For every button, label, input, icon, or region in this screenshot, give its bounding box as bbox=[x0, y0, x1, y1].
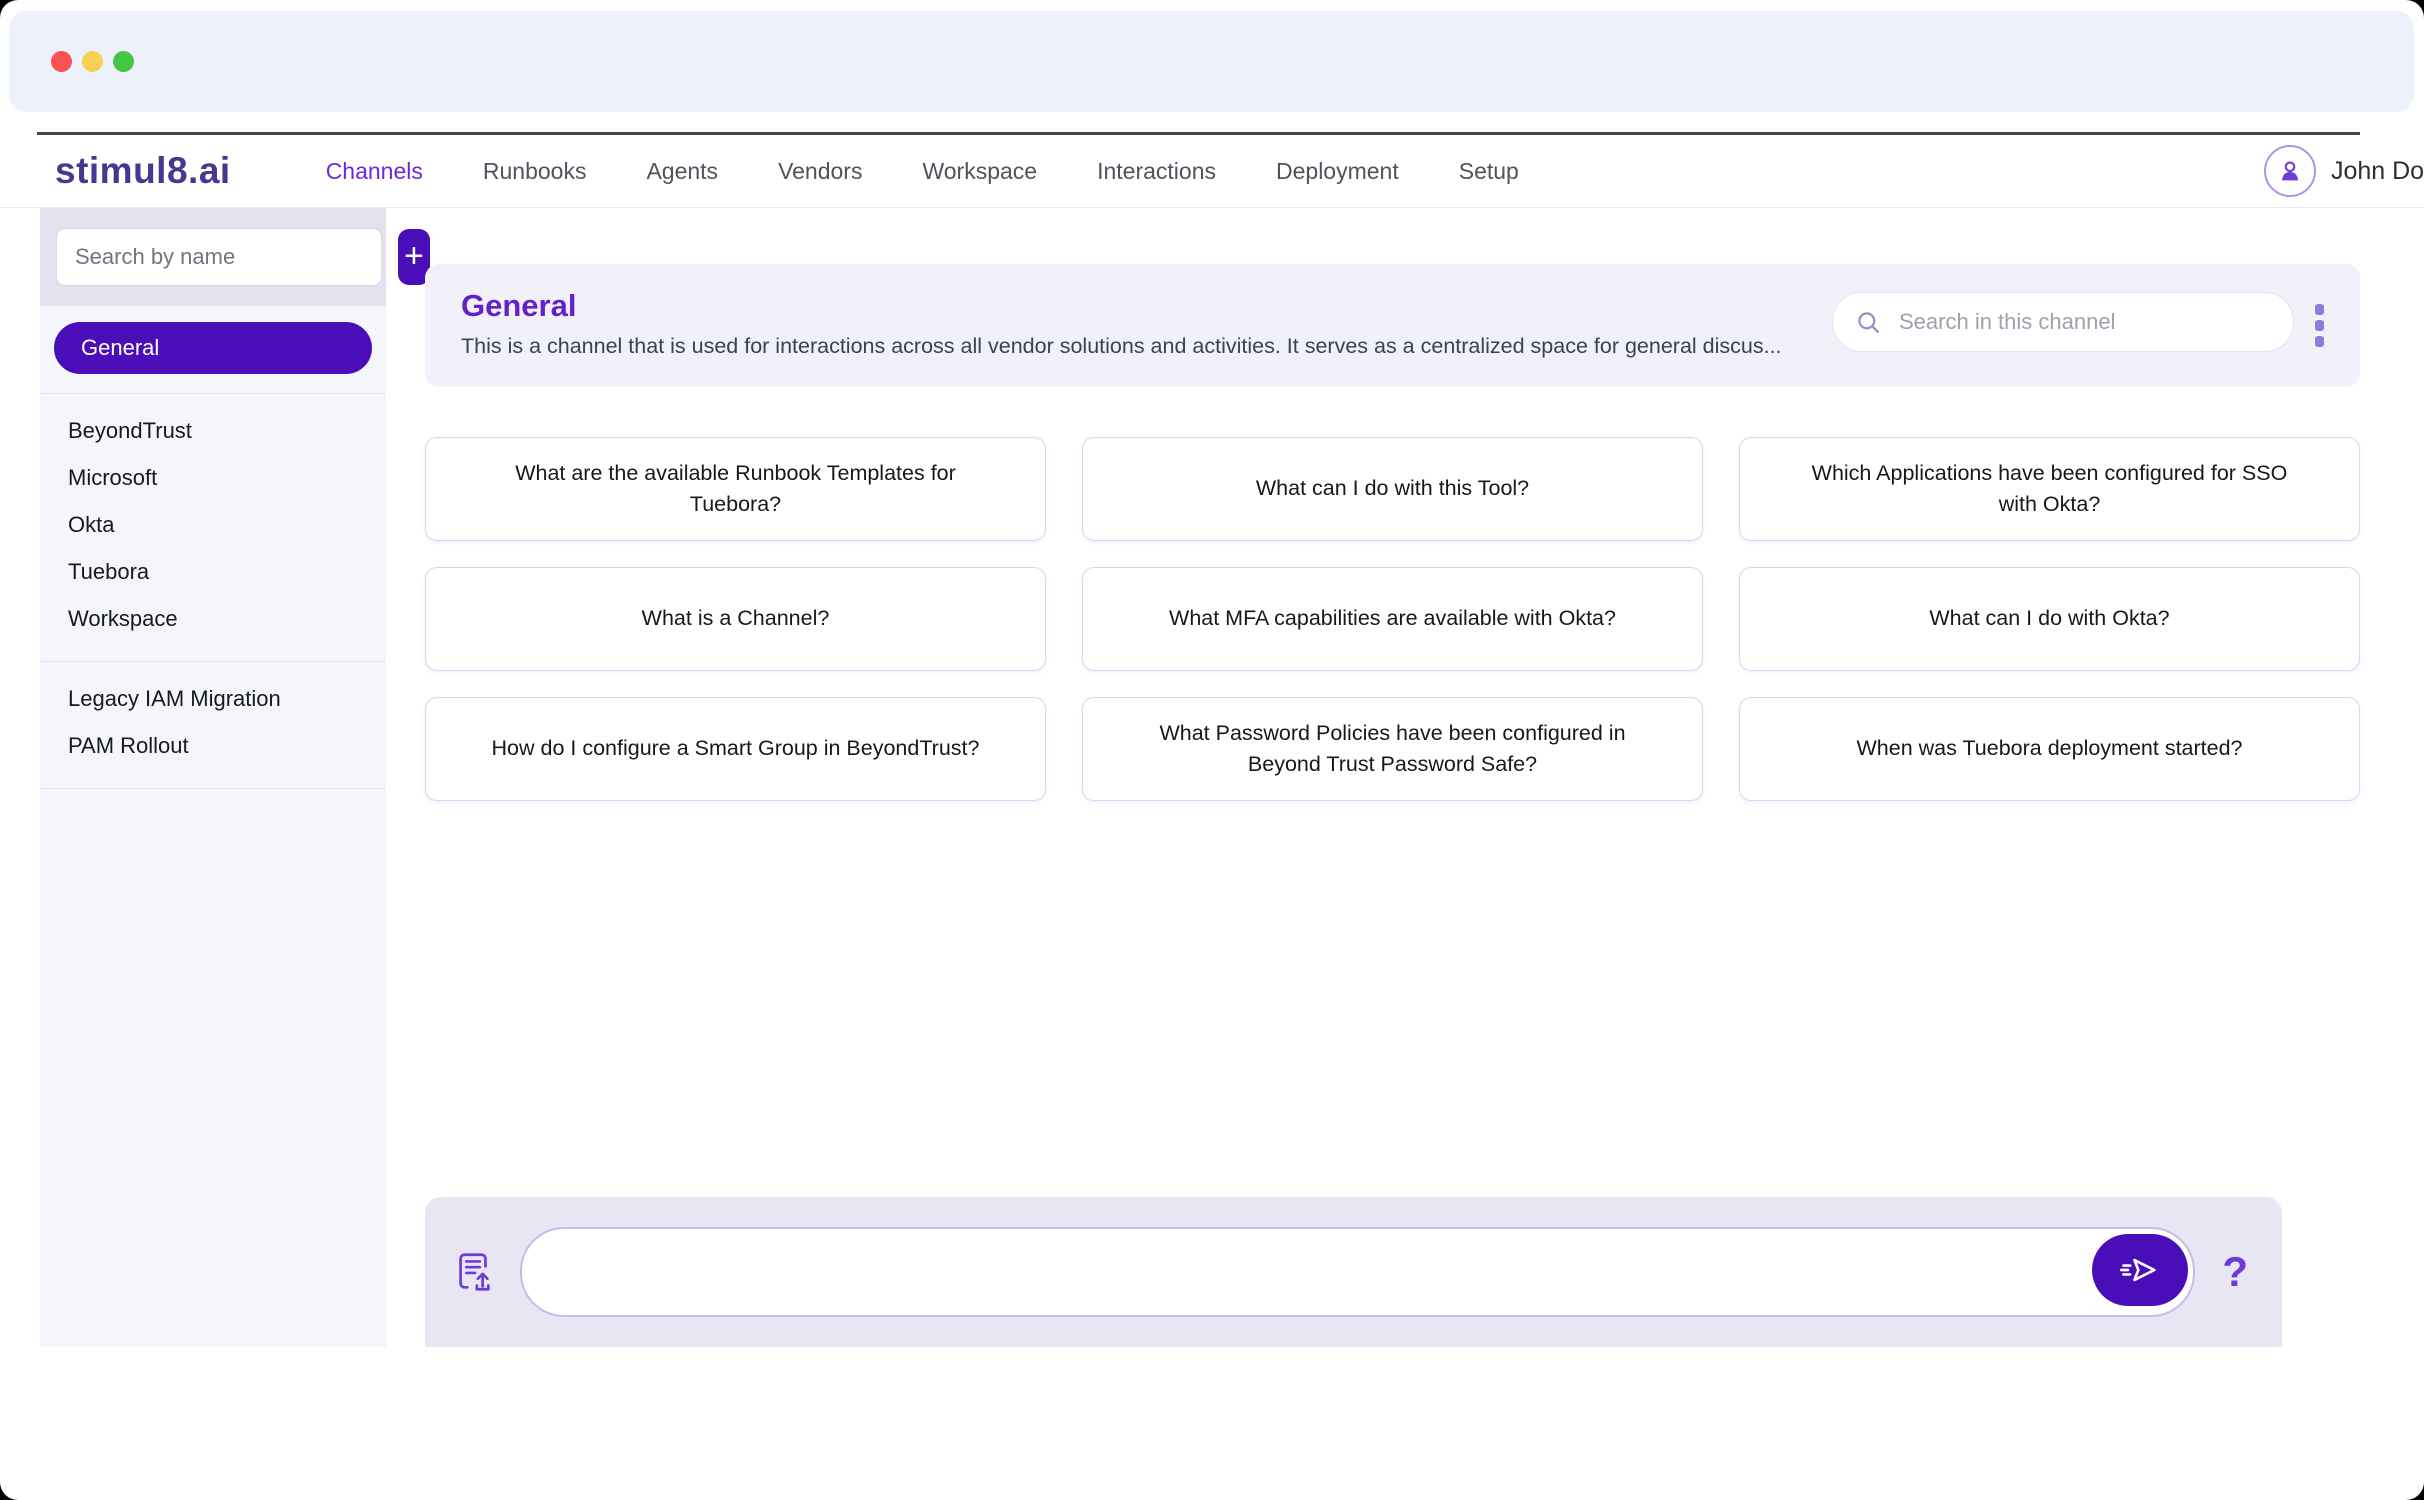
nav-item-channels[interactable]: Channels bbox=[326, 158, 423, 185]
help-button[interactable]: ? bbox=[2218, 1248, 2256, 1296]
search-input[interactable] bbox=[56, 228, 382, 286]
zoom-window-button[interactable] bbox=[113, 51, 134, 72]
suggestion-card[interactable]: Which Applications have been configured … bbox=[1739, 437, 2360, 541]
channel-description: This is a channel that is used for inter… bbox=[461, 334, 1832, 359]
suggestion-card[interactable]: What MFA capabilities are available with… bbox=[1082, 567, 1703, 671]
document-upload-icon bbox=[451, 1249, 497, 1295]
nav-item-setup[interactable]: Setup bbox=[1459, 158, 1519, 185]
channel-search-input[interactable] bbox=[1897, 308, 2293, 336]
sidebar-item-tuebora[interactable]: Tuebora bbox=[40, 548, 386, 595]
sidebar-item-legacy-iam-migration[interactable]: Legacy IAM Migration bbox=[40, 675, 386, 722]
nav-item-interactions[interactable]: Interactions bbox=[1097, 158, 1216, 185]
close-window-button[interactable] bbox=[51, 51, 72, 72]
project-channel-list: Legacy IAM Migration PAM Rollout bbox=[40, 662, 386, 769]
channel-search-box bbox=[1832, 292, 2294, 352]
suggestion-card[interactable]: What can I do with this Tool? bbox=[1082, 437, 1703, 541]
suggestion-card[interactable]: What Password Policies have been configu… bbox=[1082, 697, 1703, 801]
sidebar-item-pam-rollout[interactable]: PAM Rollout bbox=[40, 722, 386, 769]
nav-item-vendors[interactable]: Vendors bbox=[778, 158, 862, 185]
nav-item-runbooks[interactable]: Runbooks bbox=[483, 158, 587, 185]
nav-item-workspace[interactable]: Workspace bbox=[922, 158, 1037, 185]
attach-document-button[interactable] bbox=[451, 1249, 497, 1295]
suggestion-card[interactable]: What is a Channel? bbox=[425, 567, 1046, 671]
user-menu[interactable]: John Doe bbox=[2264, 145, 2424, 197]
brand-logo: stimul8.ai bbox=[55, 150, 231, 192]
send-icon bbox=[2118, 1252, 2162, 1288]
message-input-pill bbox=[520, 1227, 2195, 1317]
sidebar-item-microsoft[interactable]: Microsoft bbox=[40, 454, 386, 501]
sidebar-item-general[interactable]: General bbox=[54, 322, 372, 374]
window-controls bbox=[51, 51, 134, 72]
suggestion-card[interactable]: When was Tuebora deployment started? bbox=[1739, 697, 2360, 801]
sidebar-item-beyondtrust[interactable]: BeyondTrust bbox=[40, 407, 386, 454]
sidebar-item-okta[interactable]: Okta bbox=[40, 501, 386, 548]
window-titlebar bbox=[9, 11, 2414, 112]
suggestion-grid: What are the available Runbook Templates… bbox=[425, 437, 2360, 801]
channel-title: General bbox=[461, 288, 1832, 324]
sidebar-item-workspace[interactable]: Workspace bbox=[40, 595, 386, 642]
suggestion-card[interactable]: How do I configure a Smart Group in Beyo… bbox=[425, 697, 1046, 801]
channel-header-card: General This is a channel that is used f… bbox=[425, 264, 2360, 387]
minimize-window-button[interactable] bbox=[82, 51, 103, 72]
message-input[interactable] bbox=[552, 1229, 2063, 1315]
suggestion-card[interactable]: What are the available Runbook Templates… bbox=[425, 437, 1046, 541]
kebab-menu-icon[interactable] bbox=[2315, 304, 2324, 347]
suggestion-card[interactable]: What can I do with Okta? bbox=[1739, 567, 2360, 671]
app-window: stimul8.ai Channels Runbooks Agents Vend… bbox=[0, 0, 2424, 1500]
app-header: stimul8.ai Channels Runbooks Agents Vend… bbox=[0, 135, 2424, 208]
user-name: John Doe bbox=[2331, 157, 2424, 186]
nav-item-agents[interactable]: Agents bbox=[646, 158, 718, 185]
content-area: + General BeyondTrust Microsoft Okta Tue… bbox=[0, 208, 2424, 1347]
person-icon bbox=[2275, 156, 2305, 186]
avatar bbox=[2264, 145, 2316, 197]
send-button[interactable] bbox=[2092, 1234, 2188, 1306]
nav-item-deployment[interactable]: Deployment bbox=[1276, 158, 1399, 185]
channels-sidebar: + General BeyondTrust Microsoft Okta Tue… bbox=[40, 208, 386, 1347]
vendor-channel-list: BeyondTrust Microsoft Okta Tuebora Works… bbox=[40, 394, 386, 642]
channel-main: General This is a channel that is used f… bbox=[386, 208, 2424, 1347]
main-nav: Channels Runbooks Agents Vendors Workspa… bbox=[326, 158, 1519, 185]
sidebar-search-row: + bbox=[40, 208, 386, 306]
channel-info: General This is a channel that is used f… bbox=[461, 288, 1832, 359]
search-icon bbox=[1855, 309, 1882, 336]
sidebar-divider bbox=[40, 788, 386, 789]
message-composer: ? bbox=[425, 1197, 2282, 1347]
